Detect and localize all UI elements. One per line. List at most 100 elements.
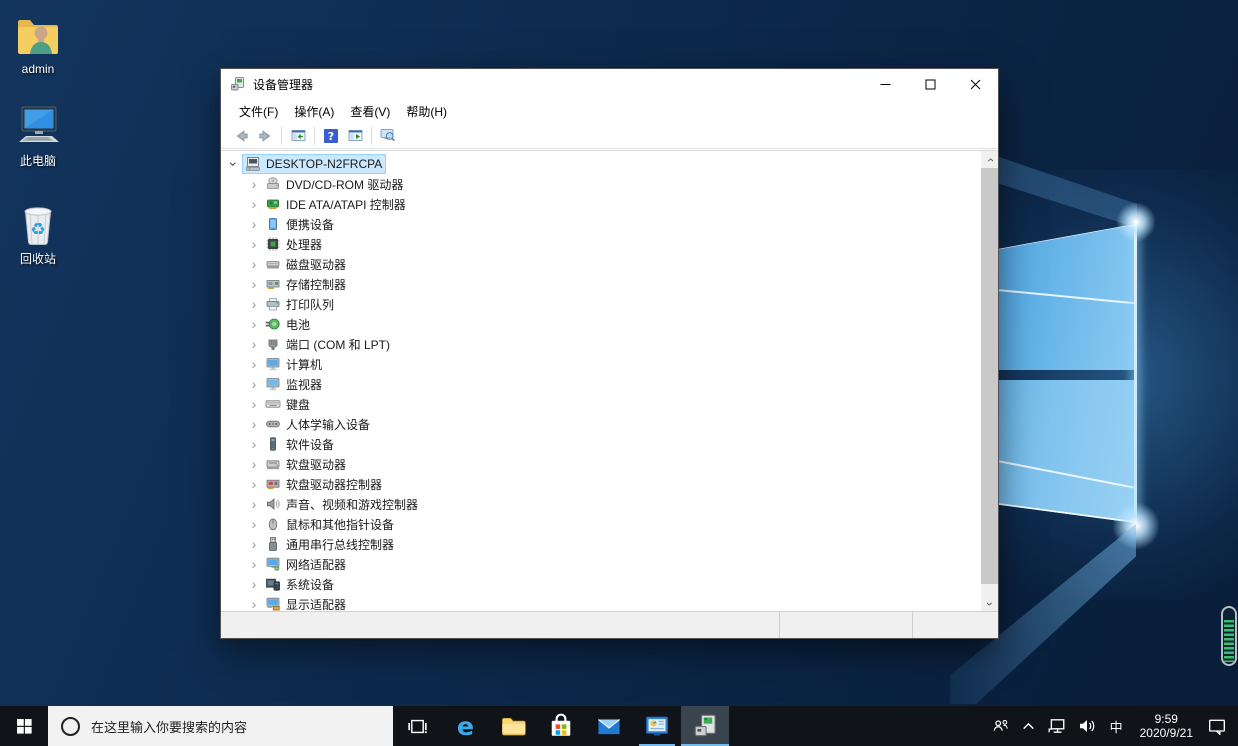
chevron-right-icon[interactable]: › <box>245 337 263 351</box>
taskbar-store-button[interactable] <box>537 706 585 746</box>
chevron-down-icon[interactable]: › <box>227 155 241 173</box>
tree-item[interactable]: ›声音、视频和游戏控制器 <box>221 494 981 514</box>
chevron-right-icon[interactable]: › <box>245 397 263 411</box>
tree-item[interactable]: ›计算机 <box>221 354 981 374</box>
scroll-up-button[interactable]: › <box>981 151 998 168</box>
chevron-right-icon[interactable]: › <box>245 217 263 231</box>
tree-item[interactable]: › 人体学输入设备 <box>221 414 981 434</box>
monitor-icon <box>265 376 281 392</box>
tree-item[interactable]: ›软盘驱动器 <box>221 454 981 474</box>
tree-item[interactable]: ›监视器 <box>221 374 981 394</box>
taskbar-system-panel-button[interactable] <box>633 706 681 746</box>
action-pane-button[interactable] <box>343 125 367 147</box>
taskbar-device-manager-button[interactable] <box>681 706 729 746</box>
tree-item[interactable]: ›打印队列 <box>221 294 981 314</box>
action-center-button[interactable] <box>1202 706 1238 746</box>
tree-item[interactable]: ›处理器 <box>221 234 981 254</box>
chevron-right-icon[interactable]: › <box>245 497 263 511</box>
desktop-icon-recycle-bin[interactable]: ♻ 回收站 <box>0 200 76 267</box>
console-tree-button[interactable] <box>286 125 310 147</box>
scan-hardware-button[interactable] <box>376 125 400 147</box>
tree-item[interactable]: ›端口 (COM 和 LPT) <box>221 334 981 354</box>
action-pane-icon <box>347 128 364 144</box>
vertical-scrollbar[interactable]: › › <box>981 151 998 612</box>
chevron-right-icon[interactable]: › <box>245 317 263 331</box>
tree-item-label: 存储控制器 <box>286 276 346 293</box>
floppy-controller-icon <box>265 476 281 492</box>
scroll-down-button[interactable]: › <box>981 595 998 612</box>
chevron-right-icon[interactable]: › <box>245 557 263 571</box>
tree-item[interactable]: › 存储控制器 <box>221 274 981 294</box>
chevron-right-icon[interactable]: › <box>245 257 263 271</box>
start-button[interactable] <box>0 706 48 746</box>
help-button[interactable]: ? <box>319 125 343 147</box>
scrollbar-thumb[interactable] <box>981 168 998 584</box>
display-adapter-icon <box>265 596 281 612</box>
tree-root-item[interactable]: ›DESKTOP-N2FRCPA <box>221 154 981 174</box>
show-hidden-icons-button[interactable] <box>1015 706 1042 746</box>
tree-item[interactable]: ›鼠标和其他指针设备 <box>221 514 981 534</box>
taskbar-clock[interactable]: 9:59 2020/9/21 <box>1131 706 1202 746</box>
menu-action[interactable]: 操作(A) <box>286 100 342 123</box>
tree-item[interactable]: ›键盘 <box>221 394 981 414</box>
windows-logo-icon <box>16 718 33 735</box>
tree-item[interactable]: › IDE ATA/ATAPI 控制器 <box>221 194 981 214</box>
menu-view[interactable]: 查看(V) <box>342 100 398 123</box>
close-button[interactable] <box>953 70 998 99</box>
chevron-right-icon[interactable]: › <box>245 437 263 451</box>
file-explorer-icon <box>500 713 526 739</box>
taskbar-file-explorer-button[interactable] <box>489 706 537 746</box>
computer-icon <box>245 156 261 172</box>
tree-item[interactable]: ›便携设备 <box>221 214 981 234</box>
taskbar-mail-button[interactable] <box>585 706 633 746</box>
chevron-right-icon[interactable]: › <box>245 237 263 251</box>
tree-item[interactable]: ›软盘驱动器控制器 <box>221 474 981 494</box>
mail-icon <box>596 713 622 739</box>
chevron-right-icon[interactable]: › <box>245 297 263 311</box>
storage-controller-icon <box>265 276 281 292</box>
chevron-right-icon[interactable]: › <box>245 537 263 551</box>
chevron-right-icon[interactable]: › <box>245 277 263 291</box>
maximize-button[interactable] <box>908 70 953 99</box>
system-tray: 中 9:59 2020/9/21 <box>986 706 1238 746</box>
task-view-button[interactable] <box>393 706 441 746</box>
tree-item-label: IDE ATA/ATAPI 控制器 <box>286 196 406 213</box>
ide-controller-icon <box>265 196 281 212</box>
chevron-right-icon[interactable]: › <box>245 597 263 611</box>
tree-item[interactable]: ›磁盘驱动器 <box>221 254 981 274</box>
console-tree-icon <box>290 128 307 144</box>
tree-item-label: 电池 <box>286 316 310 333</box>
tree-item[interactable]: ›系统设备 <box>221 574 981 594</box>
title-bar[interactable]: 设备管理器 <box>221 69 998 99</box>
tree-item[interactable]: ›通用串行总线控制器 <box>221 534 981 554</box>
tree-item[interactable]: ›软件设备 <box>221 434 981 454</box>
tree-item-label: 人体学输入设备 <box>286 416 370 433</box>
chevron-right-icon[interactable]: › <box>245 417 263 431</box>
desktop-icon-admin[interactable]: admin <box>0 12 76 76</box>
chevron-right-icon[interactable]: › <box>245 477 263 491</box>
menu-help[interactable]: 帮助(H) <box>398 100 455 123</box>
chevron-right-icon[interactable]: › <box>245 517 263 531</box>
recycle-bin-icon: ♻ <box>14 200 62 248</box>
forward-button[interactable] <box>253 125 277 147</box>
chevron-right-icon[interactable]: › <box>245 197 263 211</box>
svg-text:e: e <box>456 713 473 740</box>
desktop-icon-this-pc[interactable]: 此电脑 <box>0 102 76 169</box>
chevron-right-icon[interactable]: › <box>245 357 263 371</box>
tree-item[interactable]: ›DVD/CD-ROM 驱动器 <box>221 174 981 194</box>
taskbar-search-box[interactable]: 在这里输入你要搜索的内容 <box>48 706 393 746</box>
minimize-button[interactable] <box>863 70 908 99</box>
chevron-right-icon[interactable]: › <box>245 177 263 191</box>
chevron-right-icon[interactable]: › <box>245 457 263 471</box>
menu-file[interactable]: 文件(F) <box>231 100 286 123</box>
tree-item[interactable]: ›网络适配器 <box>221 554 981 574</box>
network-button[interactable] <box>1042 706 1072 746</box>
chevron-right-icon[interactable]: › <box>245 377 263 391</box>
volume-button[interactable] <box>1072 706 1102 746</box>
back-button[interactable] <box>229 125 253 147</box>
people-button[interactable] <box>986 706 1015 746</box>
tree-item[interactable]: › 电池 <box>221 314 981 334</box>
chevron-right-icon[interactable]: › <box>245 577 263 591</box>
taskbar-edge-button[interactable]: e <box>441 706 489 746</box>
ime-indicator[interactable]: 中 <box>1102 706 1131 746</box>
